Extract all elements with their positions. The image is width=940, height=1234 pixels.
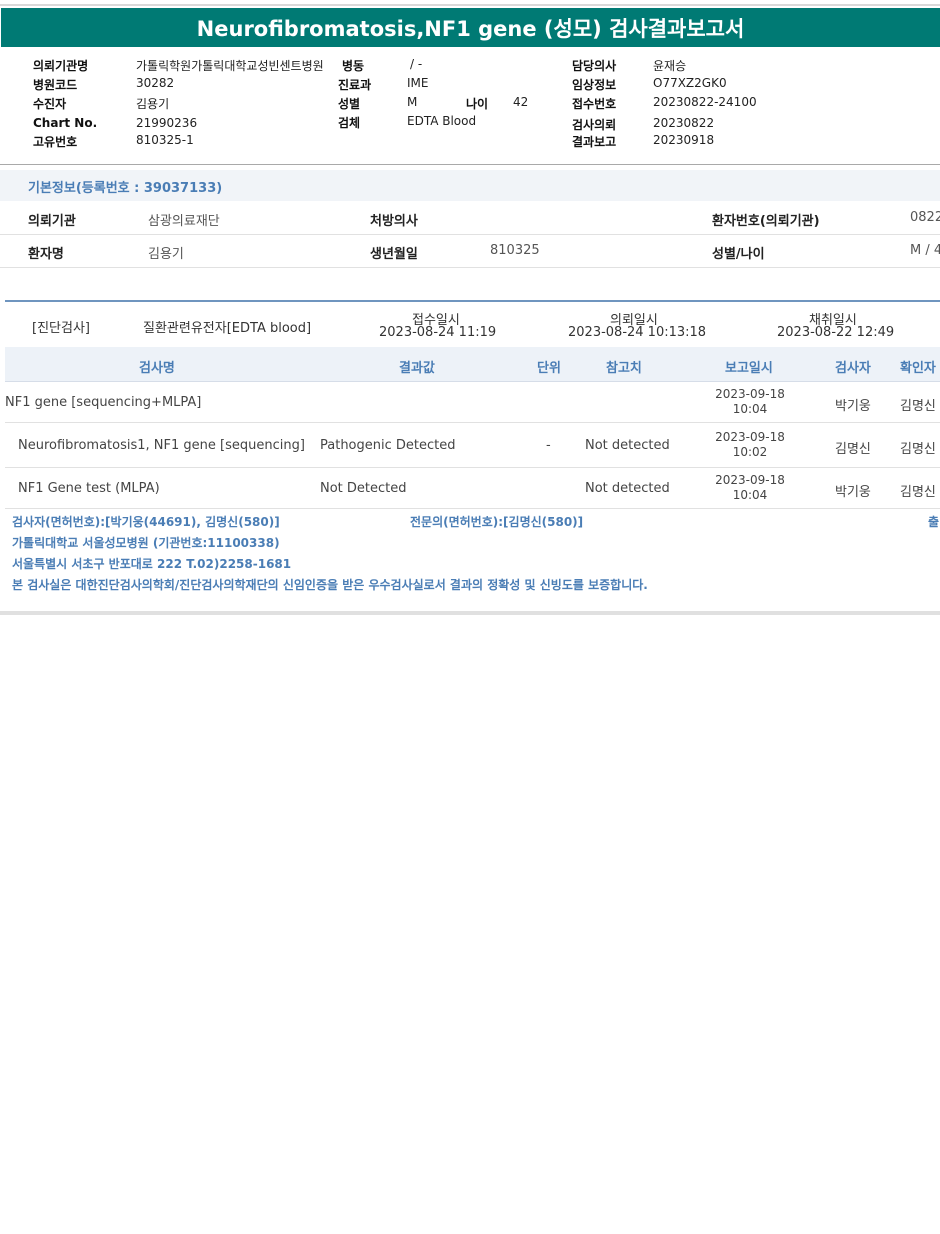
col-header-reference: 참고치	[606, 361, 642, 376]
name-value: 김용기	[148, 247, 184, 262]
row-confirmer: 김명신	[900, 442, 936, 457]
row-reference: Not detected	[585, 438, 670, 453]
row-reference: Not detected	[585, 481, 670, 496]
header-divider	[0, 164, 940, 165]
dob-value: 810325	[490, 243, 540, 258]
ward-label: 병동	[342, 59, 365, 73]
row-tester: 박기웅	[835, 485, 871, 500]
request-category: [진단검사]	[32, 321, 90, 336]
basic-row-divider	[0, 234, 940, 235]
row-report-day: 2023-09-18	[715, 387, 785, 401]
col-header-test-name: 검사명	[139, 361, 175, 376]
row-unit: -	[546, 438, 551, 453]
collected-value: 2023-08-22 12:49	[777, 325, 895, 340]
institution-label: 의뢰기관명	[33, 59, 89, 73]
footer-lab-name: 가톨릭대학교 서울성모병원 (기관번호:11100338)	[12, 536, 280, 550]
table-bottom-line	[5, 508, 940, 509]
patient-value: 김용기	[136, 97, 170, 111]
col-header-unit: 단위	[537, 361, 561, 376]
sexage-label: 성별/나이	[712, 247, 765, 262]
row-confirmer: 김명신	[900, 399, 936, 414]
chart-value: 21990236	[136, 116, 198, 130]
request-value: 20230822	[653, 116, 715, 130]
basic-info-title: 기본정보(등록번호 : 39037133)	[28, 181, 223, 196]
dept-label: 진료과	[338, 78, 372, 92]
receipt-label: 접수번호	[572, 97, 617, 111]
row-result: Not Detected	[320, 481, 407, 496]
row-report-time: 10:04	[732, 488, 768, 502]
row-report-day: 2023-09-18	[715, 430, 785, 444]
dob-label: 생년월일	[370, 247, 418, 262]
prescriber-label: 처방의사	[370, 214, 418, 229]
org-value: 삼광의료재단	[148, 214, 220, 229]
name-label: 환자명	[28, 247, 64, 262]
patient-no-label: 환자번호(의뢰기관)	[712, 214, 820, 229]
row-test-name: Neurofibromatosis1, NF1 gene [sequencing…	[18, 438, 305, 453]
footer-print-link[interactable]: 출	[928, 513, 939, 530]
footer-certification: 본 검사실은 대한진단검사의학회/진단검사의학재단의 신임인증을 받은 우수검사…	[12, 578, 648, 592]
row-report-date: 2023-09-18 10:04	[708, 387, 792, 417]
row-report-time: 10:02	[732, 445, 768, 459]
row-report-date: 2023-09-18 10:04	[708, 473, 792, 503]
unique-label: 고유번호	[33, 135, 78, 149]
unique-value: 810325-1	[136, 133, 194, 147]
institution-value: 가톨릭학원가톨릭대학교성빈센트병원	[136, 59, 324, 73]
request-label: 검사의뢰	[572, 118, 617, 132]
row-report-time: 10:04	[732, 402, 768, 416]
top-border	[0, 4, 940, 6]
col-header-tester: 검사자	[835, 361, 871, 376]
row-test-name: NF1 gene [sequencing+MLPA]	[5, 395, 202, 410]
chart-label: Chart No.	[33, 116, 98, 130]
specimen-value: EDTA Blood	[407, 114, 477, 128]
row-report-date: 2023-09-18 10:02	[708, 430, 792, 460]
age-label: 나이	[466, 97, 489, 111]
hospital-code-value: 30282	[136, 76, 175, 90]
col-header-result: 결과값	[399, 361, 435, 376]
page-bottom-border	[0, 611, 940, 615]
doctor-value: 윤재승	[653, 59, 687, 73]
patient-no-value: 0822	[910, 210, 940, 225]
basic-bottom-divider	[0, 267, 940, 268]
org-label: 의뢰기관	[28, 214, 76, 229]
ward-value: / -	[410, 57, 423, 71]
footer-testers: 검사자(면허번호):[박기웅(44691), 김명신(580)]	[12, 515, 280, 529]
row-report-day: 2023-09-18	[715, 473, 785, 487]
dept-value: IME	[407, 76, 429, 90]
sex-label: 성별	[338, 97, 361, 111]
sexage-value: M / 4	[910, 243, 940, 258]
request-test: 질환관련유전자[EDTA blood]	[143, 321, 312, 336]
row-test-name: NF1 Gene test (MLPA)	[18, 481, 160, 496]
requested-value: 2023-08-24 10:13:18	[568, 325, 707, 340]
footer-address: 서울특별시 서초구 반포대로 222 T.02)2258-1681	[12, 557, 292, 571]
report-label: 결과보고	[572, 135, 617, 149]
doctor-label: 담당의사	[572, 59, 617, 73]
clinical-label: 임상정보	[572, 78, 617, 92]
age-value: 42	[513, 95, 529, 109]
row-tester: 김명신	[835, 442, 871, 457]
row-divider	[5, 422, 940, 423]
row-tester: 박기웅	[835, 399, 871, 414]
clinical-value: O77XZ2GK0	[653, 76, 727, 90]
receipt-value: 20230822-24100	[653, 95, 757, 109]
patient-label: 수진자	[33, 97, 67, 111]
row-divider	[5, 467, 940, 468]
received-value: 2023-08-24 11:19	[379, 325, 497, 340]
results-top-border	[5, 300, 940, 302]
row-confirmer: 김명신	[900, 485, 936, 500]
report-value: 20230918	[653, 133, 715, 147]
col-header-report-date: 보고일시	[725, 361, 773, 376]
header-bottom-line	[5, 381, 940, 382]
sex-value: M	[407, 95, 418, 109]
footer-specialist: 전문의(면허번호):[김명신(580)]	[410, 515, 584, 529]
row-result: Pathogenic Detected	[320, 438, 456, 453]
specimen-label: 검체	[338, 116, 361, 130]
report-title: Neurofibromatosis,NF1 gene (성모) 검사결과보고서	[1, 8, 940, 47]
col-header-confirmer: 확인자	[900, 361, 936, 376]
hospital-code-label: 병원코드	[33, 78, 78, 92]
